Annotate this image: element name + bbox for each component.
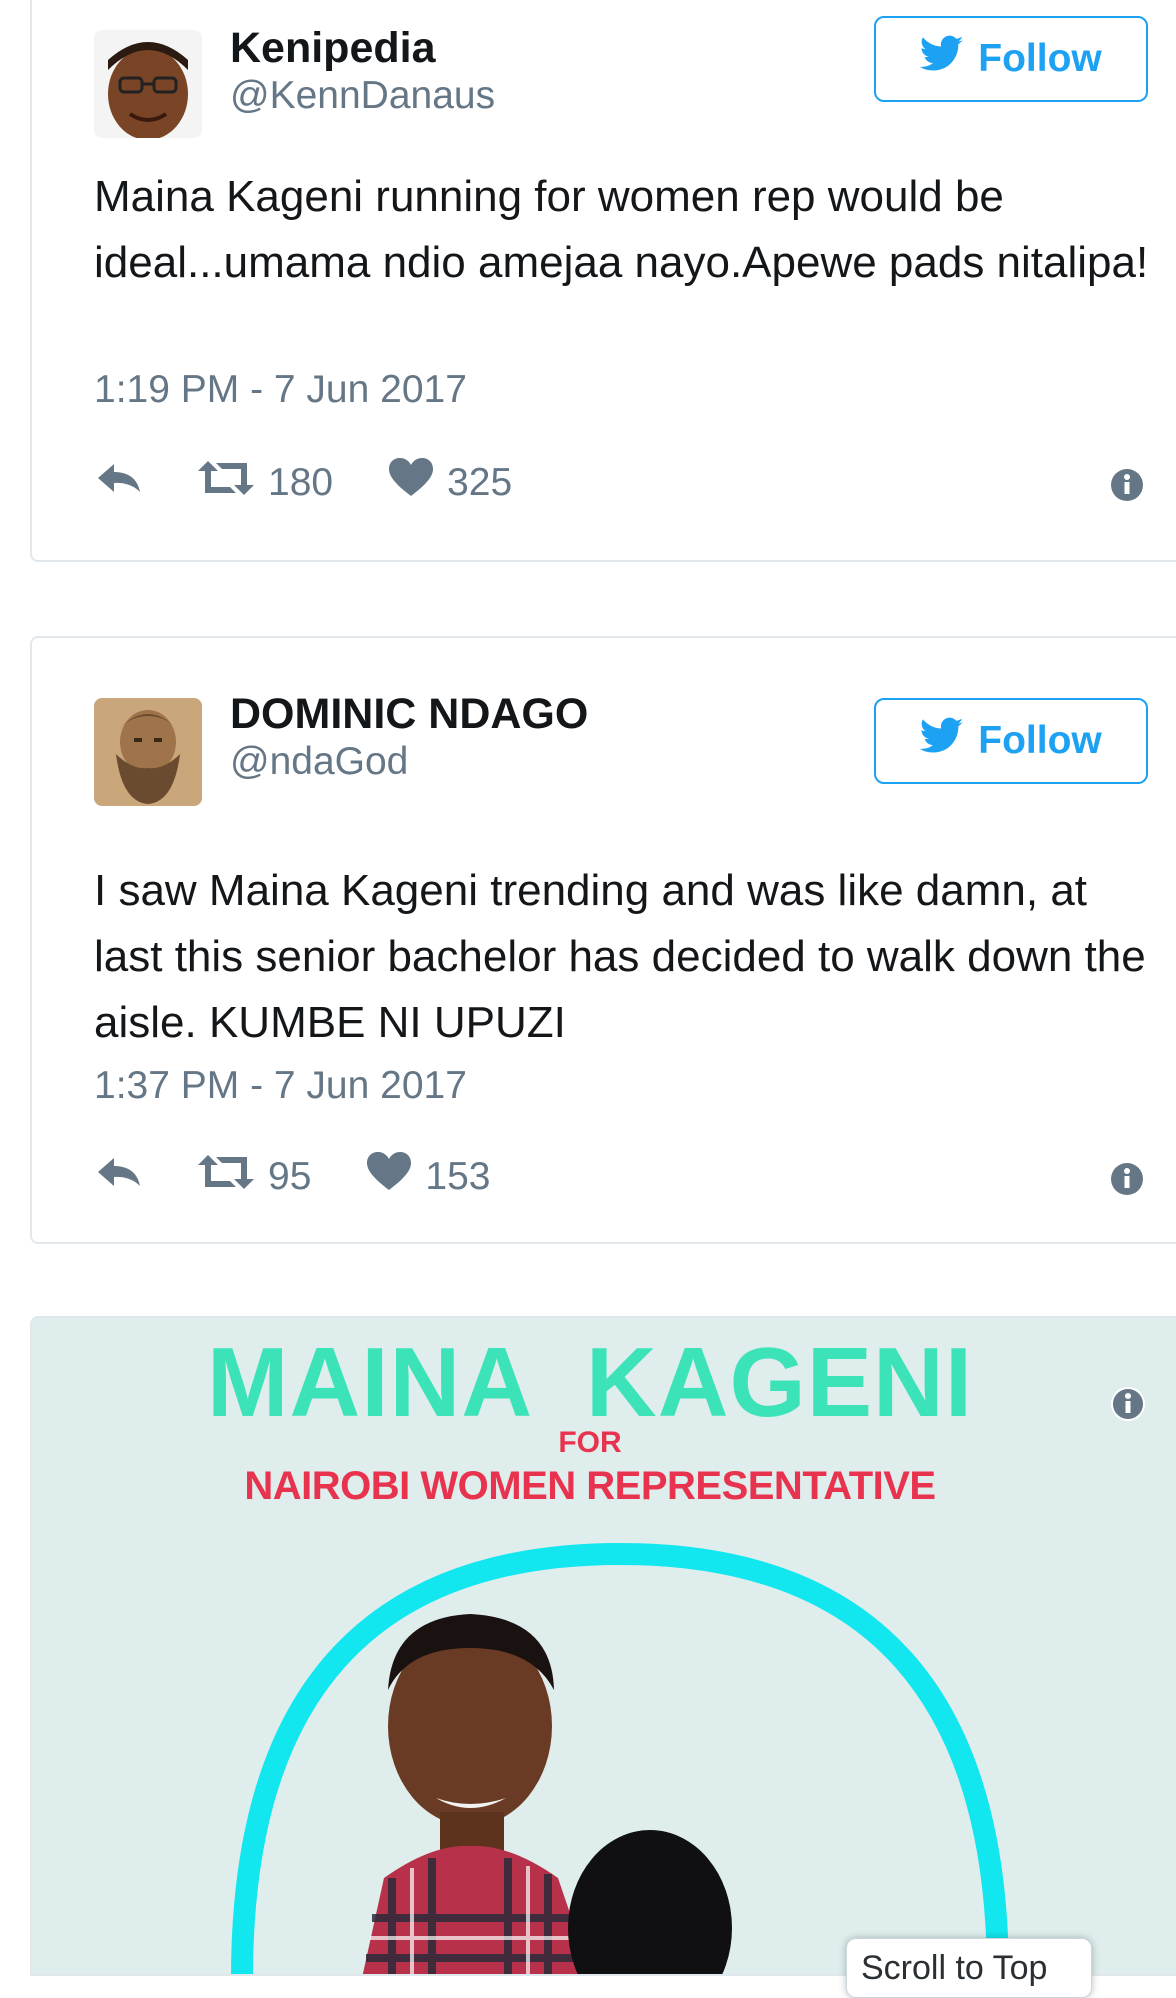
handle[interactable]: @ndaGod: [230, 740, 408, 784]
retweet-icon: [198, 1153, 254, 1201]
info-icon[interactable]: [1110, 1162, 1144, 1196]
poster-photo: [231, 1542, 1009, 1974]
like-button[interactable]: 325: [389, 458, 512, 508]
tweet-actions: 95 153: [94, 1152, 490, 1202]
poster-image[interactable]: MAINA KAGENI FOR NAIROBI WOMEN REPRESENT…: [30, 1316, 1176, 1976]
display-name[interactable]: DOMINIC NDAGO: [230, 690, 588, 739]
reply-icon: [94, 1152, 144, 1202]
handle[interactable]: @KennDanaus: [230, 74, 495, 118]
follow-button[interactable]: Follow: [874, 16, 1148, 102]
heart-icon: [367, 1152, 412, 1202]
follow-button[interactable]: Follow: [874, 698, 1148, 784]
scroll-to-top-button[interactable]: Scroll to Top: [846, 1938, 1092, 1998]
retweet-count: 95: [268, 1155, 312, 1198]
tweet-text: Maina Kageni running for women rep would…: [94, 172, 1149, 287]
like-button[interactable]: 153: [367, 1152, 490, 1202]
like-count: 153: [425, 1155, 491, 1198]
twitter-bird-icon: [919, 717, 964, 765]
like-count: 325: [447, 461, 513, 504]
timestamp[interactable]: 1:37 PM - 7 Jun 2017: [94, 1064, 467, 1108]
retweet-icon: [198, 459, 254, 507]
retweet-count: 180: [268, 461, 334, 504]
follow-label: Follow: [978, 37, 1102, 80]
tweet-text: I saw Maina Kageni trending and was like…: [94, 866, 1146, 1047]
reply-button[interactable]: [94, 1152, 144, 1202]
follow-label: Follow: [978, 719, 1102, 762]
timestamp[interactable]: 1:19 PM - 7 Jun 2017: [94, 368, 467, 412]
tweet-card: Kenipedia @KennDanaus Follow Maina Kagen…: [30, 0, 1176, 562]
display-name[interactable]: Kenipedia: [230, 24, 436, 73]
avatar[interactable]: [94, 698, 202, 806]
avatar[interactable]: [94, 30, 202, 138]
retweet-button[interactable]: 95: [198, 1153, 311, 1201]
twitter-bird-icon: [919, 35, 964, 83]
reply-icon: [94, 458, 144, 508]
retweet-button[interactable]: 180: [198, 459, 333, 507]
tweet-actions: 180 325: [94, 458, 512, 508]
heart-icon: [389, 458, 434, 508]
tweet-card: DOMINIC NDAGO @ndaGod Follow I saw Maina…: [30, 636, 1176, 1244]
reply-button[interactable]: [94, 458, 144, 508]
info-icon[interactable]: [1110, 468, 1144, 502]
